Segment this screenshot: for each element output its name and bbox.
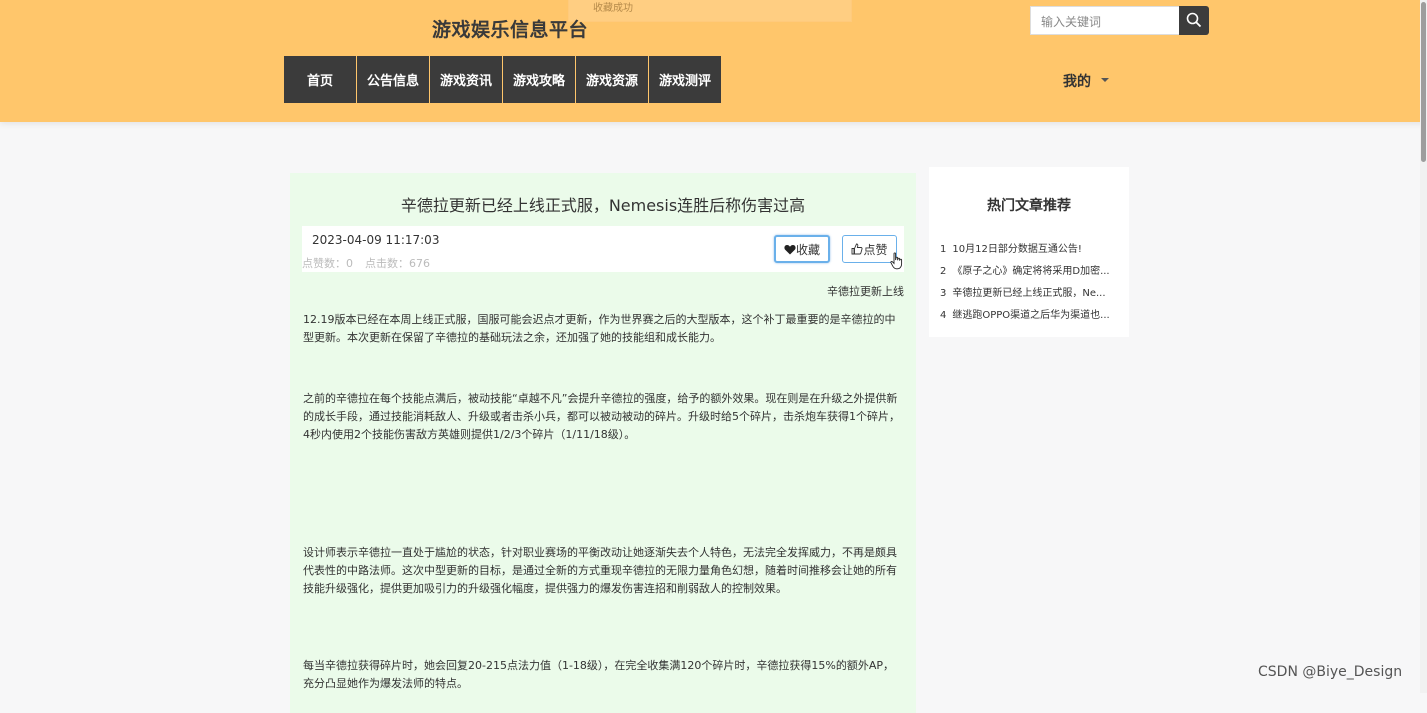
hot-article-item[interactable]: 2 《原子之心》确定将将采用D加密... — [940, 262, 1120, 284]
hot-article-item[interactable]: 3 辛德拉更新已经上线正式服，Ne... — [940, 284, 1120, 306]
hot-article-number: 2 — [940, 266, 947, 277]
article-paragraph: 设计师表示辛德拉一直处于尴尬的状态，针对职业赛场的平衡改动让她逐渐失去个人特色，… — [303, 546, 897, 595]
hand-cursor-icon — [890, 252, 903, 270]
article-paragraph: 每当辛德拉获得碎片时，她会回复20-215点法力值（1-18级），在完全收集满1… — [303, 659, 895, 690]
caret-down-icon — [1101, 78, 1109, 82]
hot-articles-list: 1 10月12日部分数据互通公告! 2 《原子之心》确定将将采用D加密... 3 辛德… — [940, 240, 1120, 328]
article-date: 2023-04-09 11:17:03 — [312, 233, 440, 247]
site-title[interactable]: 游戏娱乐信息平台 — [432, 15, 588, 42]
favorite-button[interactable]: 收藏 — [774, 235, 830, 263]
scrollbar-thumb[interactable] — [1421, 2, 1426, 162]
toast-message: 收藏成功 — [568, 0, 852, 22]
user-menu-label: 我的 — [1063, 74, 1091, 90]
search-button[interactable] — [1179, 6, 1209, 35]
page-scrollbar[interactable] — [1420, 0, 1427, 693]
hot-article-item[interactable]: 1 10月12日部分数据互通公告! — [940, 240, 1120, 262]
hot-article-link[interactable]: 《原子之心》确定将将采用D加密... — [952, 266, 1109, 277]
article-panel: 辛德拉更新已经上线正式服，Nemesis连胜后称伤害过高 2023-04-09 … — [290, 173, 916, 713]
hot-article-number: 1 — [940, 244, 947, 255]
hot-article-link[interactable]: 10月12日部分数据互通公告! — [952, 244, 1081, 255]
like-button-label: 点赞 — [863, 242, 888, 257]
thumbs-up-icon — [852, 243, 864, 255]
click-count: 点击数：676 — [365, 257, 430, 270]
nav-item-home[interactable]: 首页 — [284, 56, 356, 103]
hot-articles-panel: 热门文章推荐 1 10月12日部分数据互通公告! 2 《原子之心》确定将将采用D加密… — [929, 167, 1129, 337]
article-meta: 2023-04-09 11:17:03 点赞数：0 点击数：676 收藏 点赞 — [302, 226, 904, 272]
nav-item-guides[interactable]: 游戏攻略 — [503, 56, 575, 103]
hot-article-link[interactable]: 辛德拉更新已经上线正式服，Ne... — [952, 288, 1105, 299]
hot-article-link[interactable]: 继逃跑OPPO渠道之后华为渠道也... — [952, 310, 1109, 321]
hot-articles-title: 热门文章推荐 — [987, 198, 1071, 214]
favorite-button-label: 收藏 — [795, 242, 820, 257]
nav-item-reviews[interactable]: 游戏测评 — [649, 56, 721, 103]
heart-icon — [784, 244, 796, 254]
watermark: CSDN @Biye_Design — [1258, 664, 1403, 680]
hot-article-item[interactable]: 4 继逃跑OPPO渠道之后华为渠道也... — [940, 306, 1120, 328]
search-icon — [1186, 12, 1202, 28]
article-title: 辛德拉更新已经上线正式服，Nemesis连胜后称伤害过高 — [400, 196, 806, 215]
article-subtitle: 辛德拉更新上线 — [827, 285, 904, 298]
main-nav: 首页 公告信息 游戏资讯 游戏攻略 游戏资源 游戏测评 — [284, 56, 722, 103]
search-input[interactable]: 输入关键词 — [1030, 6, 1180, 35]
nav-item-resources[interactable]: 游戏资源 — [576, 56, 648, 103]
nav-item-news[interactable]: 游戏资讯 — [430, 56, 502, 103]
article-stats: 点赞数：0 点击数：676 — [302, 255, 430, 271]
nav-item-announcements[interactable]: 公告信息 — [357, 56, 429, 103]
user-menu[interactable]: 我的 — [1063, 71, 1109, 91]
hot-article-number: 4 — [940, 310, 947, 321]
article-paragraph: 12.19版本已经在本周上线正式服，国服可能会迟点才更新，作为世界赛之后的大型版… — [303, 313, 896, 344]
site-header: 收藏成功 游戏娱乐信息平台 输入关键词 首页 公告信息 游戏资讯 游戏攻略 游戏… — [0, 0, 1427, 122]
article-paragraph: 之前的辛德拉在每个技能点满后，被动技能“卓越不凡”会提升辛德拉的强度，给予的额外… — [303, 392, 900, 441]
like-count: 点赞数：0 — [302, 257, 353, 270]
like-button[interactable]: 点赞 — [842, 235, 897, 263]
hot-article-number: 3 — [940, 288, 947, 299]
